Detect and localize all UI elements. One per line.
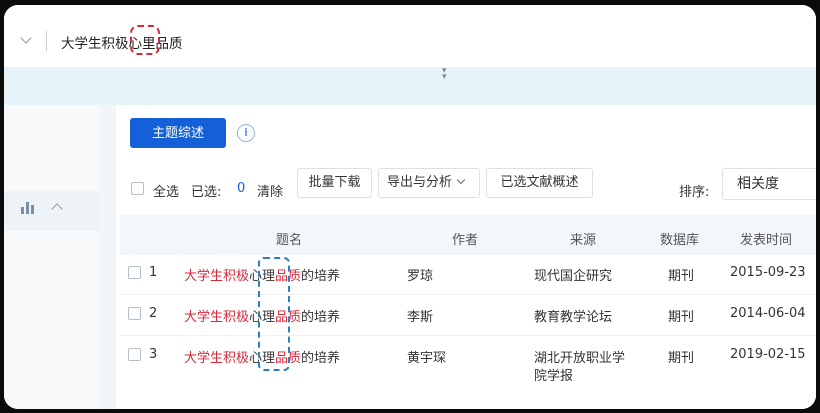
row-checkbox[interactable] xyxy=(128,266,141,279)
row-number: 2 xyxy=(149,306,158,321)
export-analysis-label: 导出与分析 xyxy=(387,175,453,190)
sidebar-item-visualization[interactable] xyxy=(4,191,99,231)
column-header-source[interactable]: 来源 xyxy=(570,229,596,248)
app-window: 大学生积极心里品质 ▾ ▾ 主题综述 i 全选 已选: 0 清除 批量下载 导出与… xyxy=(4,5,816,409)
row-divider xyxy=(120,294,816,295)
database-cell: 期刊 xyxy=(668,310,695,325)
title-highlight: 大学生积极 xyxy=(184,310,250,325)
column-header-title[interactable]: 题名 xyxy=(276,229,302,248)
selected-count: 0 xyxy=(237,181,246,196)
row-divider xyxy=(120,335,816,336)
author-link[interactable]: 罗琼 xyxy=(407,265,433,284)
title-highlight: 大学生积极 xyxy=(184,269,250,284)
row-number: 1 xyxy=(149,265,158,280)
topic-review-button[interactable]: 主题综述 xyxy=(130,118,226,148)
source-link-line2[interactable]: 院学报 xyxy=(534,365,573,384)
row-checkbox[interactable] xyxy=(128,348,141,361)
export-analysis-dropdown[interactable]: 导出与分析 xyxy=(378,168,480,198)
chevron-down-icon xyxy=(456,175,466,185)
sort-select[interactable]: 相关度 xyxy=(722,168,816,200)
title-text: 的培养 xyxy=(301,351,341,366)
row-checkbox[interactable] xyxy=(128,307,141,320)
clear-selection-link[interactable]: 清除 xyxy=(257,181,283,200)
date-cell: 2019-02-15 xyxy=(730,347,806,362)
source-link[interactable]: 教育教学论坛 xyxy=(534,306,612,325)
date-cell: 2015-09-23 xyxy=(730,265,806,280)
info-icon[interactable]: i xyxy=(237,124,255,142)
filter-sidebar xyxy=(4,105,99,409)
date-cell: 2014-06-04 xyxy=(730,306,806,321)
title-text: 的培养 xyxy=(301,310,341,325)
source-link[interactable]: 湖北开放职业学 xyxy=(534,347,625,366)
bar-chart-icon[interactable] xyxy=(21,202,35,214)
batch-download-button[interactable]: 批量下载 xyxy=(297,168,372,198)
search-query-text[interactable]: 大学生积极心里品质 xyxy=(61,32,183,52)
column-highlight-annotation xyxy=(258,257,290,371)
row-number: 3 xyxy=(149,347,158,362)
author-link[interactable]: 黄宇琛 xyxy=(407,347,446,366)
title-text: 的培养 xyxy=(301,269,341,284)
error-highlight-annotation xyxy=(130,25,160,55)
title-highlight: 大学生积极 xyxy=(184,351,250,366)
search-bar: 大学生积极心里品质 xyxy=(4,5,816,68)
selected-review-button[interactable]: 已选文献概述 xyxy=(486,168,593,198)
column-header-date[interactable]: 发表时间 xyxy=(740,229,792,248)
selected-label: 已选: xyxy=(191,185,222,200)
author-link[interactable]: 李斯 xyxy=(407,306,433,325)
database-cell: 期刊 xyxy=(668,269,695,284)
chevron-down-icon[interactable] xyxy=(20,32,32,44)
sort-label: 排序: xyxy=(679,185,710,200)
result-summary-band xyxy=(4,67,816,105)
collapse-handle-icon[interactable]: ▾ ▾ xyxy=(442,67,447,82)
select-all-checkbox[interactable] xyxy=(131,182,144,195)
source-link[interactable]: 现代国企研究 xyxy=(534,265,612,284)
column-header-database[interactable]: 数据库 xyxy=(660,229,699,248)
column-header-author[interactable]: 作者 xyxy=(452,229,478,248)
divider xyxy=(46,31,47,51)
database-cell: 期刊 xyxy=(668,351,695,366)
select-all-label[interactable]: 全选 xyxy=(153,181,179,200)
